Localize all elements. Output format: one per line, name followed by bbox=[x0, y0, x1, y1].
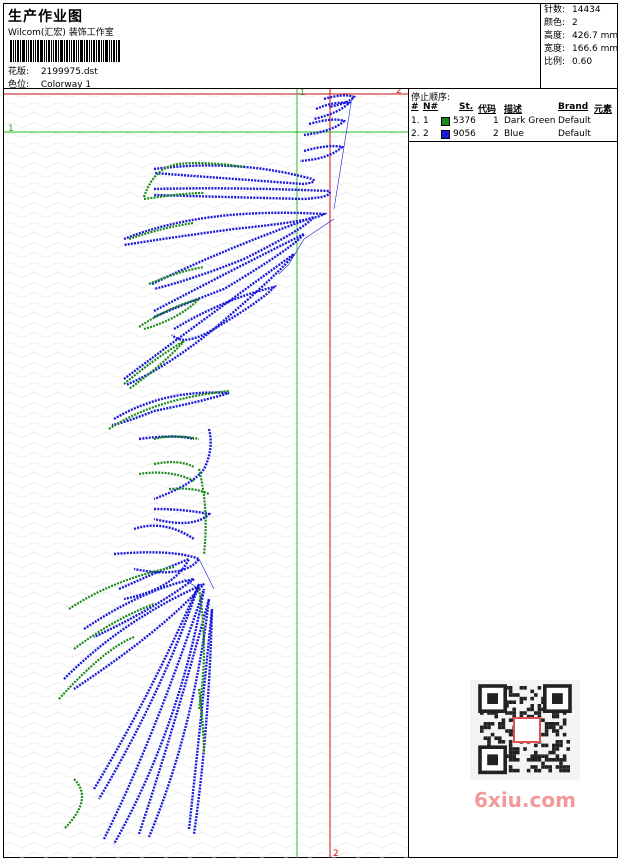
row-number: 1. bbox=[411, 116, 420, 126]
scale-value: 0.60 bbox=[572, 57, 593, 67]
color-swatch bbox=[441, 130, 450, 139]
stamp-icon bbox=[513, 717, 541, 743]
row-brand: Default bbox=[558, 129, 591, 139]
height-value: 426.7 mm bbox=[572, 31, 619, 41]
col-number: # bbox=[411, 102, 419, 112]
col-stitches: St. bbox=[459, 102, 474, 112]
col-needle: N# bbox=[423, 102, 439, 112]
row-description: Dark Green bbox=[504, 116, 556, 126]
worksheet-header: 生产作业图 Wilcom(汇宏) 装饰工作室 花版: 2199975.dst 色… bbox=[4, 4, 540, 90]
height-label: 高度: bbox=[544, 31, 566, 41]
fabric-background bbox=[4, 89, 408, 858]
green-guide-v-label: 1 bbox=[300, 89, 305, 97]
width-row: 宽度: 166.6 mm bbox=[541, 43, 619, 56]
row-stitches: 5376 bbox=[453, 116, 476, 126]
color-count-label: 颜色: bbox=[544, 18, 566, 28]
color-count-value: 2 bbox=[572, 18, 578, 28]
red-guide-h-label: 2 bbox=[396, 89, 402, 96]
green-guide-h-label: 1 bbox=[8, 124, 14, 134]
embroidery-canvas: 1 1 2 2 bbox=[4, 89, 408, 858]
row-number: 2. bbox=[411, 129, 420, 139]
height-row: 高度: 426.7 mm bbox=[541, 30, 619, 43]
watermark-logo: 6xiu.com bbox=[474, 788, 576, 812]
width-label: 宽度: bbox=[544, 44, 566, 54]
scale-label: 比例: bbox=[544, 57, 566, 67]
row-description: Blue bbox=[504, 129, 524, 139]
color-count-row: 颜色: 2 bbox=[541, 17, 619, 30]
page-title: 生产作业图 bbox=[8, 9, 83, 25]
stop-sequence-header: # N# St. 代码 描述 Brand 元素 bbox=[409, 102, 618, 115]
design-stats-panel: 针数: 14434 颜色: 2 高度: 426.7 mm 宽度: 166.6 mm 比例… bbox=[540, 4, 619, 88]
design-file-row: 花版: 2199975.dst bbox=[8, 64, 98, 77]
row-brand: Default bbox=[558, 116, 591, 126]
stitch-count-label: 针数: bbox=[544, 5, 566, 15]
barcode bbox=[10, 40, 142, 62]
row-code: 1 bbox=[493, 116, 499, 126]
design-preview: 1 1 2 2 bbox=[4, 89, 409, 858]
design-file-value: 2199975.dst bbox=[40, 67, 98, 77]
stop-sequence-divider bbox=[409, 141, 618, 142]
col-code: 代码 bbox=[478, 105, 497, 115]
row-needle: 2 bbox=[423, 129, 429, 139]
row-code: 2 bbox=[493, 129, 499, 139]
color-swatch bbox=[441, 117, 450, 126]
qr-code bbox=[470, 680, 580, 780]
stitch-count-value: 14434 bbox=[572, 5, 601, 15]
col-element: 元素 bbox=[594, 105, 613, 115]
scale-row: 比例: 0.60 bbox=[541, 56, 619, 69]
design-file-label: 花版: bbox=[8, 67, 30, 77]
red-guide-v-label: 2 bbox=[333, 849, 339, 858]
col-brand: Brand bbox=[558, 102, 589, 112]
stop-row[interactable]: 1. 1 5376 1 Dark Green Default bbox=[409, 116, 618, 129]
row-needle: 1 bbox=[423, 116, 429, 126]
col-description: 描述 bbox=[504, 105, 523, 115]
row-stitches: 9056 bbox=[453, 129, 476, 139]
stitch-count-row: 针数: 14434 bbox=[541, 4, 619, 17]
width-value: 166.6 mm bbox=[572, 44, 619, 54]
company-name: Wilcom(汇宏) 装饰工作室 bbox=[8, 28, 114, 38]
